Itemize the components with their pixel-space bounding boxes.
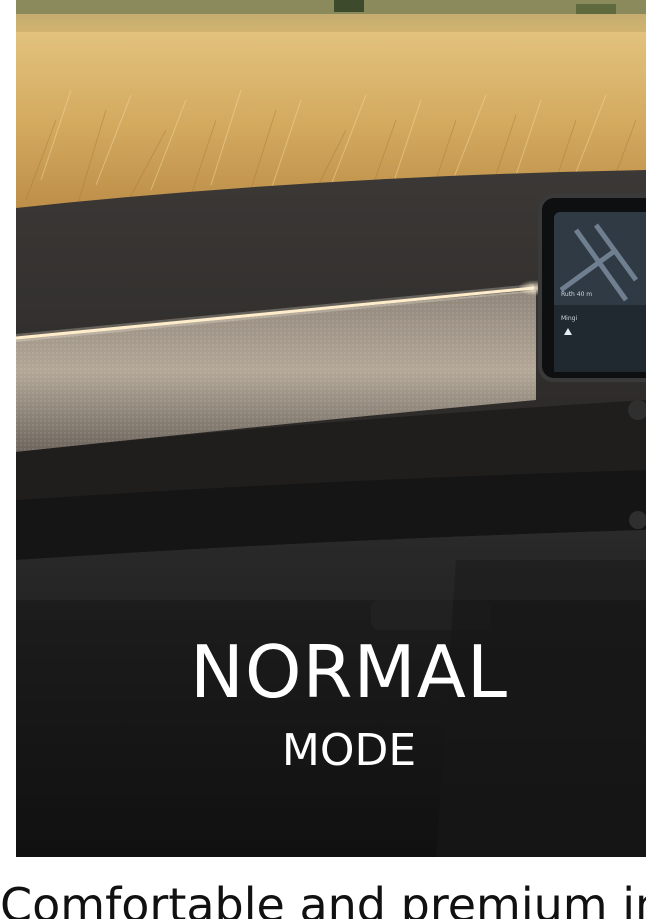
svg-text:Mingi: Mingi (561, 315, 577, 322)
hero-title: NORMAL (189, 630, 509, 714)
hero-subtitle: MODE (281, 725, 417, 776)
page: Ruth 40 m Mingi NORMAL MODE Comfortable … (0, 0, 646, 919)
svg-text:Ruth 40 m: Ruth 40 m (561, 291, 592, 298)
infotainment-screen: Ruth 40 m Mingi (538, 194, 646, 382)
section-caption: Comfortable and premium interior (0, 878, 646, 919)
hero-banner: Ruth 40 m Mingi NORMAL MODE (16, 0, 646, 857)
